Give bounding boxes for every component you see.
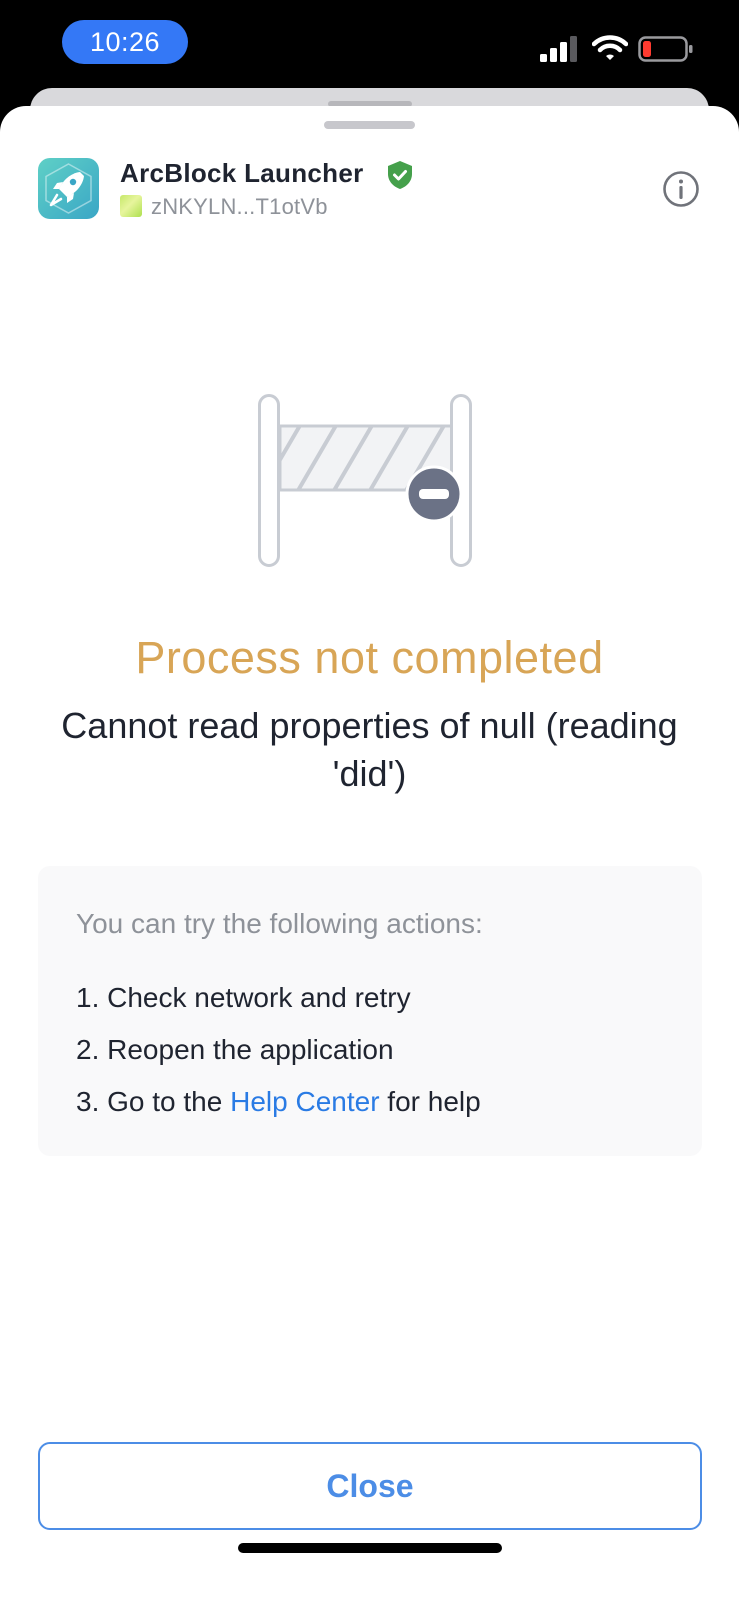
close-button[interactable]: Close [38,1442,702,1530]
barrier-gate-icon [258,394,472,567]
status-title: Process not completed [135,632,604,683]
app-icon [38,158,99,219]
home-indicator[interactable] [238,1543,502,1553]
help-suggestions-panel: You can try the following actions: 1. Ch… [38,866,702,1156]
help-center-link[interactable]: Help Center [230,1086,379,1117]
did-address[interactable]: zNKYLN...T1otVb [151,194,328,220]
rocket-icon [45,163,92,214]
info-icon[interactable] [662,170,700,208]
help-intro: You can try the following actions: [76,908,483,939]
help-item-suffix: for help [379,1086,481,1117]
battery-low-icon [638,36,693,62]
screen: 10:26 ArcBlock Launcher zNKYLN...T1otVb … [0,0,739,1600]
app-name: ArcBlock Launcher [120,158,364,188]
help-item-retry: 1. Check network and retry [76,982,411,1013]
bottom-sheet: ArcBlock Launcher zNKYLN...T1otVb Proces… [0,106,739,1600]
help-item-help-center: 3. Go to the Help Center for help [76,1086,481,1118]
sheet-grabber[interactable] [324,121,415,129]
verified-shield-icon [388,161,412,189]
status-bar: 10:26 [0,0,739,92]
wifi-icon [592,35,628,60]
help-item-reopen: 2. Reopen the application [76,1034,394,1065]
cellular-signal-icon [540,36,577,62]
did-avatar [120,195,142,217]
help-item-prefix: 3. Go to the [76,1086,231,1117]
error-message: Cannot read properties of null (reading … [61,705,678,794]
status-time: 10:26 [62,20,188,64]
